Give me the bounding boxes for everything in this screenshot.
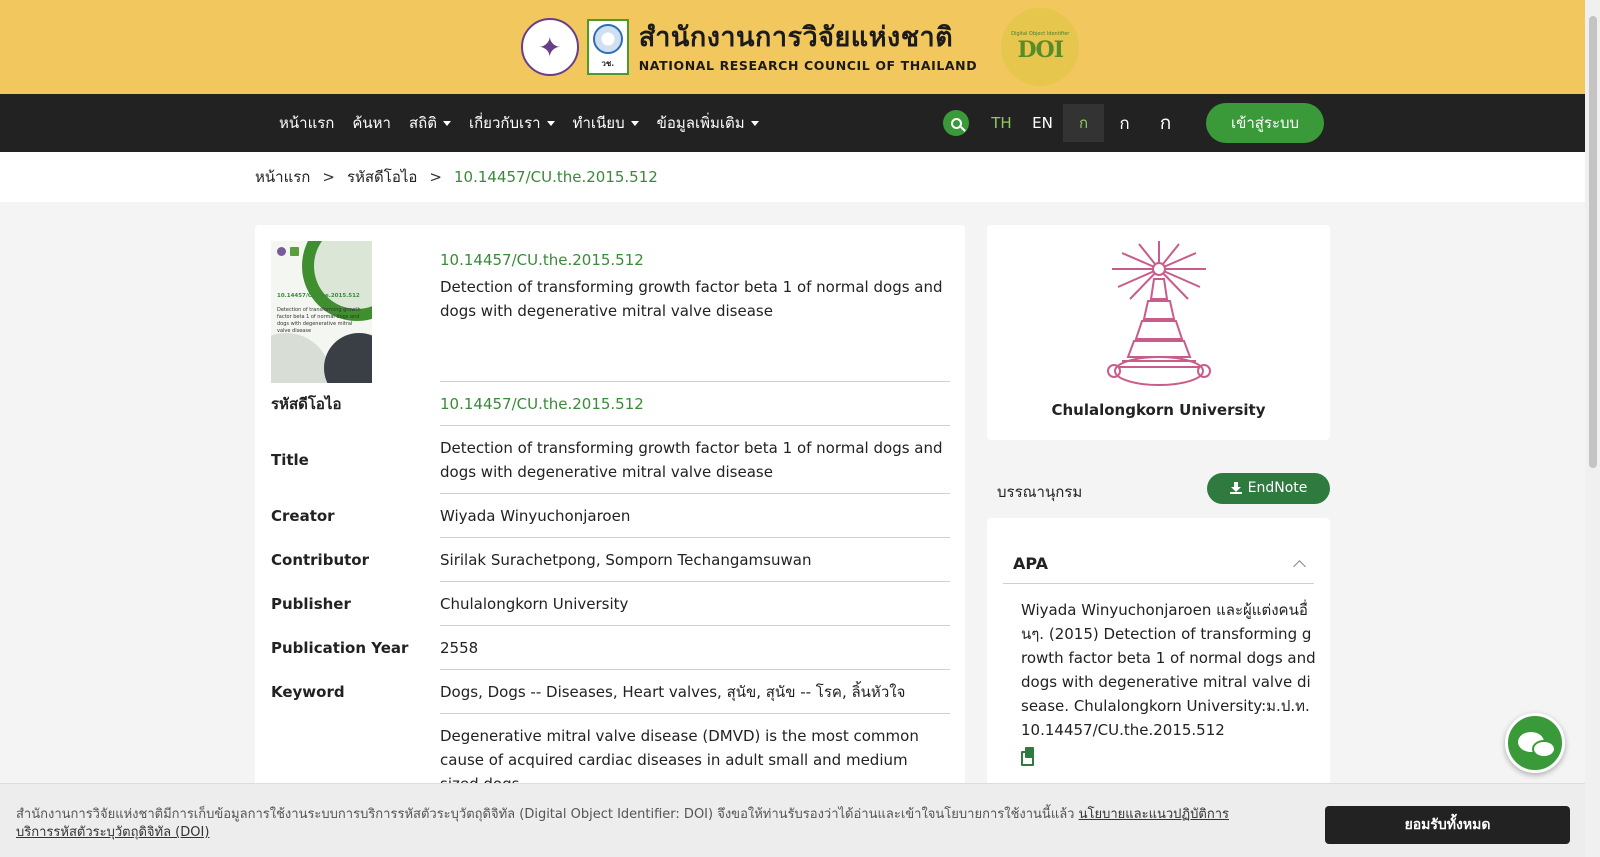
apa-label: APA <box>1013 554 1049 573</box>
nrct-sun-icon <box>592 24 623 54</box>
breadcrumb-home[interactable]: หน้าแรก <box>255 165 310 189</box>
copy-icon[interactable] <box>1021 747 1035 766</box>
record-title: Detection of transforming growth factor … <box>440 278 943 320</box>
lang-th-button[interactable]: TH <box>981 104 1022 142</box>
download-icon <box>1229 482 1242 494</box>
field-label: Publisher <box>271 595 351 613</box>
login-button[interactable]: เข้าสู่ระบบ <box>1206 103 1324 143</box>
record-doi-link[interactable]: 10.14457/CU.the.2015.512 <box>440 251 644 269</box>
table-row: Title Detection of transforming growth f… <box>271 425 950 494</box>
table-row: Publication Year 2558 <box>271 625 950 670</box>
nav-more-info[interactable]: ข้อมูลเพิ่มเติม <box>648 111 768 135</box>
accept-all-button[interactable]: ยอมรับทั้งหมด <box>1325 806 1570 844</box>
caret-down-icon <box>750 120 759 126</box>
site-header: ✦ วช. สำนักงานการวิจัยแห่งชาติ NATIONAL … <box>0 0 1600 94</box>
field-value: Chulalongkorn University <box>440 581 950 626</box>
bibliography-title: บรรณานุกรม <box>997 483 1083 501</box>
breadcrumb-separator: > <box>429 168 442 186</box>
search-button[interactable] <box>943 110 969 136</box>
breadcrumb-separator: > <box>322 168 335 186</box>
nav-directory-label: ทำเนียบ <box>572 114 625 132</box>
chevron-up-icon <box>1293 559 1306 573</box>
font-size-large-button[interactable]: ก <box>1145 104 1186 142</box>
org-name-th: สำนักงานการวิจัยแห่งชาติ <box>638 21 954 53</box>
field-label: รหัสดีโอไอ <box>271 395 342 413</box>
org-name-en: NATIONAL RESEARCH COUNCIL OF THAILAND <box>638 57 978 73</box>
field-label: Publication Year <box>271 639 409 657</box>
nav-search[interactable]: ค้นหา <box>343 111 400 135</box>
table-row: รหัสดีโอไอ 10.14457/CU.the.2015.512 <box>271 381 950 426</box>
nrct-abbr: วช. <box>601 58 615 68</box>
field-value: Detection of transforming growth factor … <box>440 425 950 494</box>
cover-thumbnail: 10.14457/CU.the.2015.512 Detection of tr… <box>271 241 372 383</box>
field-label: Title <box>271 451 309 469</box>
font-size-small-button[interactable]: ก <box>1063 104 1104 142</box>
university-name: Chulalongkorn University <box>1051 401 1266 419</box>
search-icon <box>950 117 962 129</box>
endnote-download-button[interactable]: EndNote <box>1207 472 1330 504</box>
breadcrumb-section[interactable]: รหัสดีโอไอ <box>347 165 417 189</box>
doi-logo-text: DOI <box>1017 37 1064 63</box>
apa-citation-text: Wiyada Winyuchonjaroen และผู้แต่งคนอื่นๆ… <box>1021 601 1316 739</box>
nav-directory[interactable]: ทำเนียบ <box>564 111 648 135</box>
caret-down-icon <box>546 120 555 126</box>
nav-more-info-label: ข้อมูลเพิ่มเติม <box>656 114 745 132</box>
field-value: 2558 <box>440 625 950 670</box>
cover-logos <box>277 247 299 256</box>
bibliography-header: บรรณานุกรม EndNote <box>997 472 1330 504</box>
nrct-logo: วช. <box>586 19 629 75</box>
table-row: Publisher Chulalongkorn University <box>271 581 950 626</box>
table-row: Creator Wiyada Winyuchonjaroen <box>271 493 950 538</box>
field-value-doi[interactable]: 10.14457/CU.the.2015.512 <box>440 381 950 426</box>
breadcrumb-current: 10.14457/CU.the.2015.512 <box>454 168 658 186</box>
citation-card: APA Wiyada Winyuchonjaroen และผู้แต่งคนอ… <box>987 518 1330 818</box>
caret-down-icon <box>630 120 639 126</box>
font-size-medium-button[interactable]: ก <box>1104 104 1145 142</box>
cookie-banner: สำนักงานการวิจัยแห่งชาติมีการเก็บข้อมูลก… <box>0 783 1585 857</box>
metadata-table: รหัสดีโอไอ 10.14457/CU.the.2015.512 Titl… <box>271 381 950 806</box>
page-scrollbar[interactable] <box>1585 0 1600 857</box>
nav-home[interactable]: หน้าแรก <box>270 111 343 135</box>
scrollbar-thumb[interactable] <box>1589 16 1597 468</box>
seal-icon <box>277 247 286 256</box>
nav-about[interactable]: เกี่ยวกับเรา <box>460 111 564 135</box>
field-label: Keyword <box>271 683 345 701</box>
field-label: Creator <box>271 507 335 525</box>
nav-about-label: เกี่ยวกับเรา <box>468 114 541 132</box>
field-value: Wiyada Winyuchonjaroen <box>440 493 950 538</box>
cookie-message: สำนักงานการวิจัยแห่งชาติมีการเก็บข้อมูลก… <box>16 807 1075 822</box>
table-row: Keyword Dogs, Dogs -- Diseases, Heart va… <box>271 669 950 714</box>
cover-doi: 10.14457/CU.the.2015.512 <box>277 293 360 299</box>
university-emblem-icon <box>1106 241 1211 386</box>
endnote-label: EndNote <box>1247 480 1308 496</box>
cover-title: Detection of transforming growth factor … <box>277 307 361 334</box>
nrct-icon <box>290 247 299 256</box>
nav-stats-label: สถิติ <box>408 114 437 132</box>
nav-stats[interactable]: สถิติ <box>400 111 460 135</box>
university-card: Chulalongkorn University <box>987 225 1330 440</box>
nav-search-label: ค้นหา <box>352 114 391 132</box>
cookie-text: สำนักงานการวิจัยแห่งชาติมีการเก็บข้อมูลก… <box>16 806 1246 842</box>
chat-button[interactable] <box>1505 713 1565 773</box>
caret-down-icon <box>442 120 451 126</box>
doi-logo: Digital Object Identifier DOI <box>1001 8 1080 86</box>
main-nav: หน้าแรก ค้นหา สถิติ เกี่ยวกับเรา ทำเนียบ… <box>0 94 1600 152</box>
breadcrumb: หน้าแรก > รหัสดีโอไอ > 10.14457/CU.the.2… <box>0 152 1600 202</box>
lang-en-button[interactable]: EN <box>1022 104 1063 142</box>
nrct-seal-icon: ✦ <box>520 18 579 76</box>
field-value: Sirilak Surachetpong, Somporn Techangams… <box>440 537 950 582</box>
field-value: Dogs, Dogs -- Diseases, Heart valves, สุ… <box>440 669 950 714</box>
field-label: Contributor <box>271 551 369 569</box>
nav-home-label: หน้าแรก <box>279 114 335 132</box>
table-row: Contributor Sirilak Surachetpong, Sompor… <box>271 537 950 582</box>
record-card: 10.14457/CU.the.2015.512 Detection of tr… <box>255 225 965 825</box>
apa-accordion-toggle[interactable]: APA <box>1003 544 1314 584</box>
brand-text[interactable]: สำนักงานการวิจัยแห่งชาติ NATIONAL RESEAR… <box>639 22 977 73</box>
